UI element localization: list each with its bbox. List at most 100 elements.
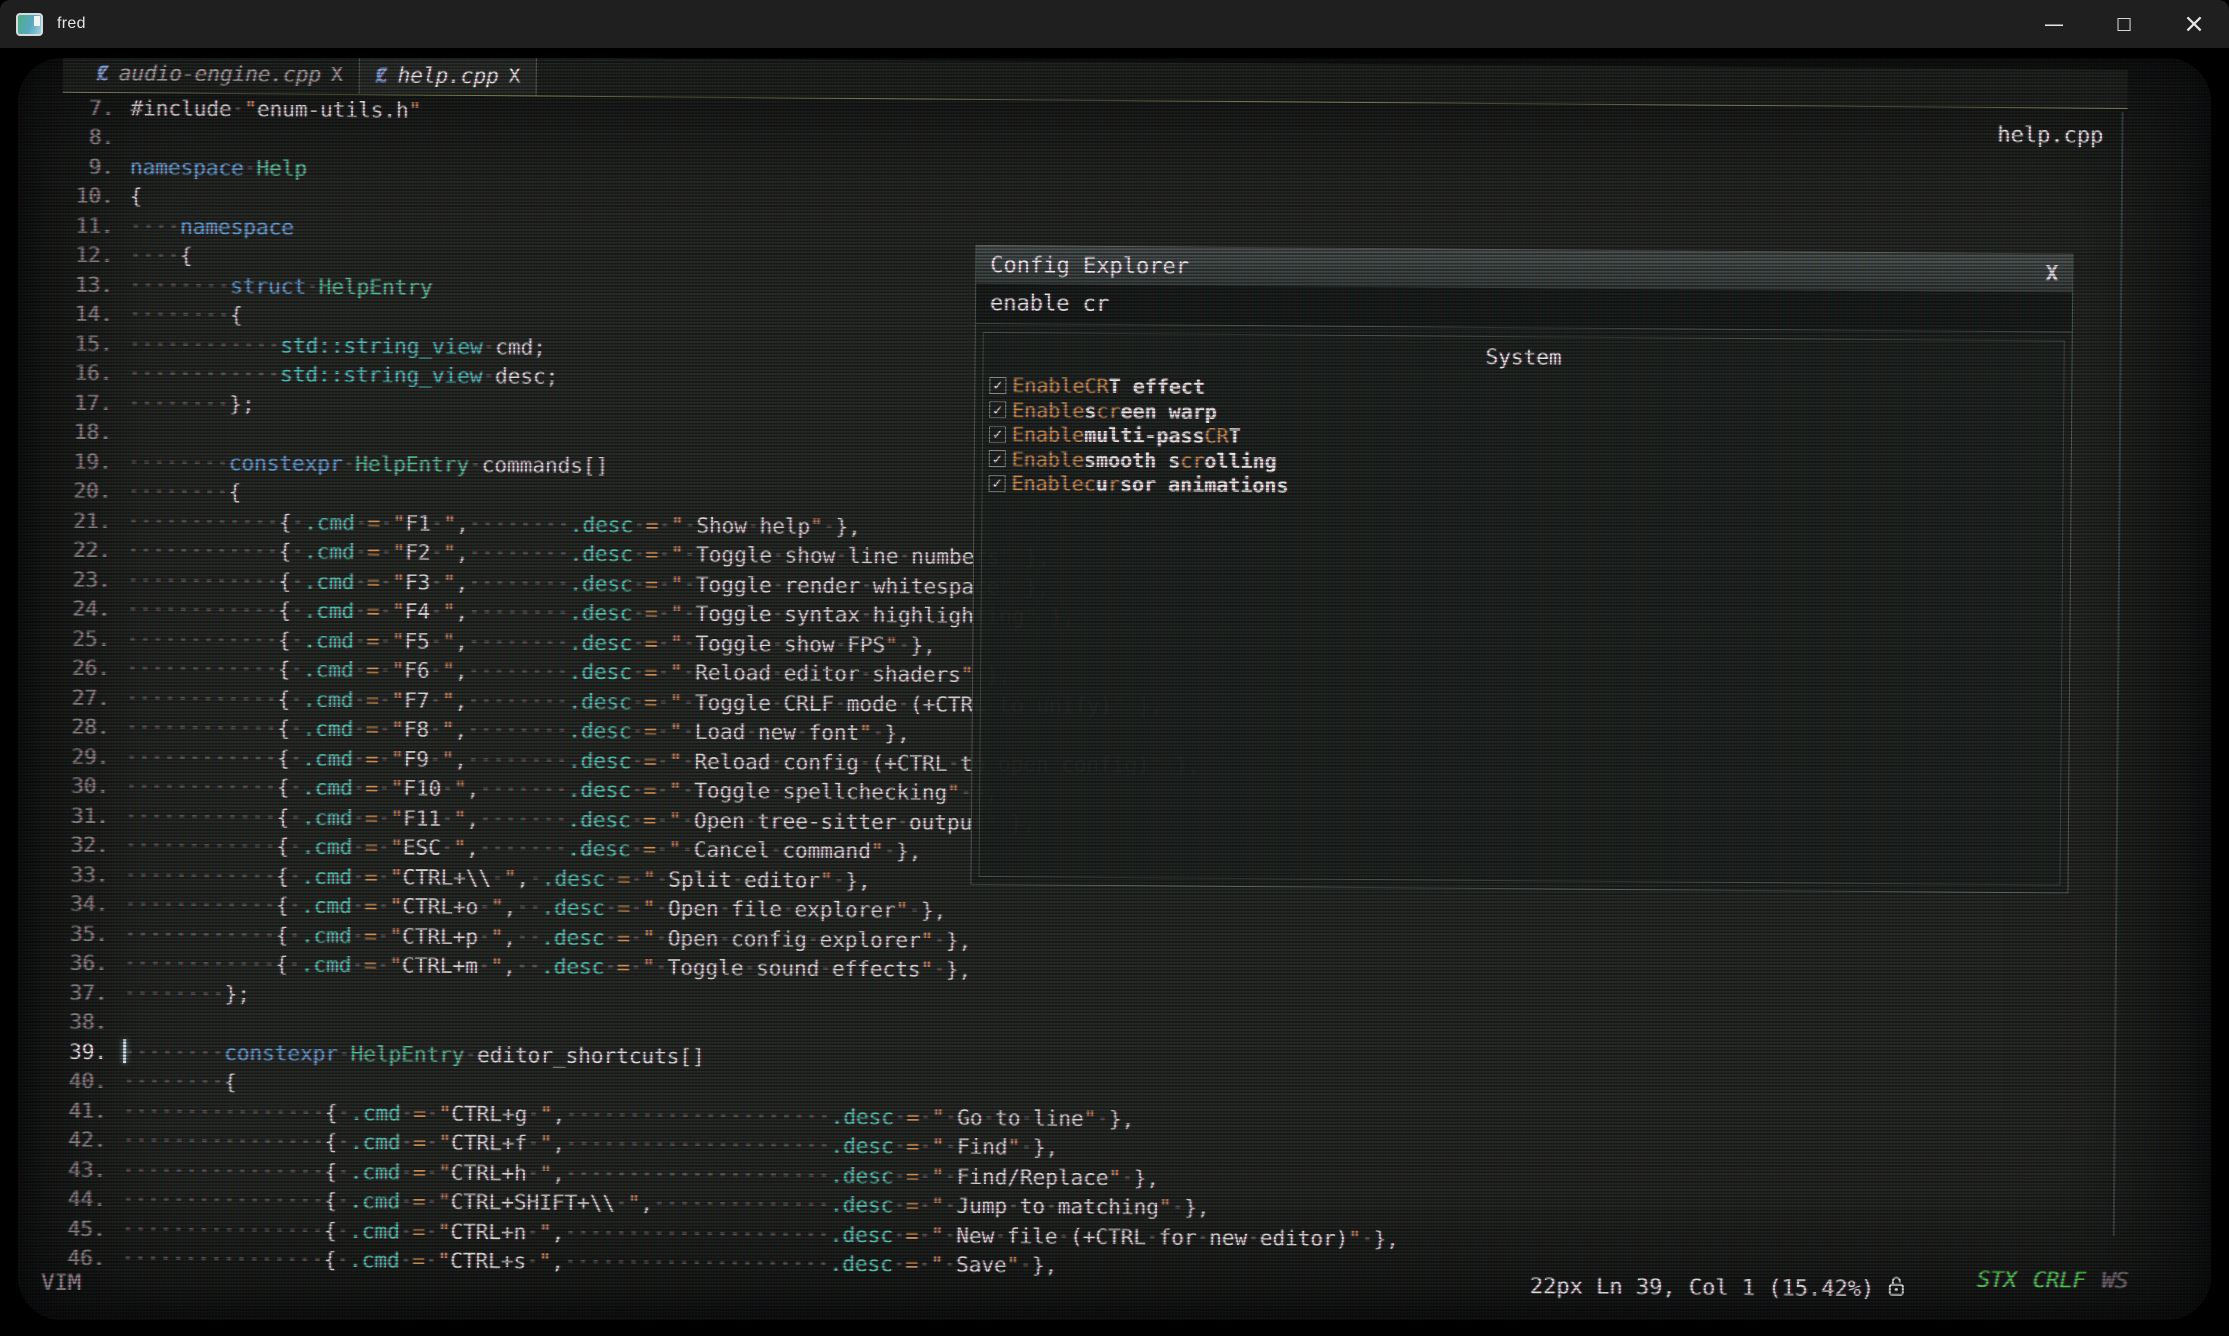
- whitespace-dots: ·: [1197, 1225, 1210, 1249]
- line-number: 29.: [47, 742, 109, 772]
- code-token: ": [539, 1220, 552, 1244]
- code-token: {: [324, 1218, 337, 1242]
- code-token: editor: [744, 868, 820, 893]
- code-token: =: [367, 511, 380, 535]
- code-token: .desc: [541, 955, 604, 979]
- code-token: };: [225, 982, 250, 1006]
- code-token: F7: [404, 688, 429, 712]
- code-token: F4: [405, 599, 430, 623]
- code-token: =: [412, 1249, 425, 1273]
- code-token: },: [884, 721, 909, 745]
- code-token: .cmd: [350, 1101, 401, 1125]
- code-token: ": [438, 1131, 451, 1155]
- whitespace-dots: ·: [944, 1135, 957, 1159]
- whitespace-dots: ·: [291, 569, 304, 593]
- line-number: 27.: [48, 683, 110, 713]
- code-token: CTRL+g: [451, 1101, 527, 1126]
- code-token: spellchecking: [783, 779, 948, 804]
- code-token: {: [229, 480, 242, 504]
- close-button[interactable]: ×: [2159, 0, 2229, 48]
- whitespace-dots: ·: [632, 601, 645, 625]
- whitespace-dots: ·: [291, 628, 304, 652]
- whitespace-dots: ·: [743, 956, 756, 980]
- config-search-input[interactable]: enable cr: [976, 284, 2072, 333]
- code-token: =: [618, 867, 631, 891]
- status-position: 22px Ln 39, Col 1 (15.42%): [1530, 1271, 1907, 1304]
- line-number: 14.: [51, 300, 113, 330]
- checkbox-checked[interactable]: ✓: [989, 377, 1006, 394]
- checkbox-checked[interactable]: ✓: [989, 475, 1006, 492]
- line-number: 9.: [52, 152, 114, 182]
- match-highlight: CR: [1205, 424, 1229, 448]
- whitespace-dots: ·: [430, 600, 443, 624]
- whitespace-dots: ·: [354, 629, 367, 653]
- whitespace-dots: ·: [823, 514, 836, 538]
- whitespace-dots: ············: [125, 774, 277, 799]
- whitespace-dots: ·: [631, 749, 644, 773]
- code-token: ,: [456, 511, 469, 535]
- status-flag-stx: STX: [1977, 1268, 2017, 1293]
- whitespace-dots: ·: [351, 953, 364, 977]
- code-token: ,: [467, 777, 480, 801]
- minimize-button[interactable]: —: [2019, 0, 2089, 48]
- tab-audio-engine-cpp[interactable]: Ȼaudio-engine.cppX: [81, 58, 360, 94]
- config-explorer-title: Config Explorer: [990, 253, 1189, 280]
- whitespace-dots: ·: [378, 806, 391, 830]
- status-flag-crlf: CRLF: [2033, 1268, 2086, 1293]
- whitespace-dots: ········: [128, 391, 229, 416]
- whitespace-dots: ·: [527, 1131, 540, 1155]
- whitespace-dots: ·: [1247, 1226, 1260, 1250]
- code-token: CTRL+s: [450, 1249, 526, 1274]
- code-token: std::string_view: [280, 333, 482, 359]
- code-token: =: [412, 1219, 425, 1243]
- whitespace-dots: ·: [894, 1134, 907, 1158]
- code-token: shaders: [872, 662, 961, 687]
- popup-close-button[interactable]: X: [2046, 261, 2059, 285]
- checkbox-checked[interactable]: ✓: [989, 426, 1006, 443]
- code-token: },: [845, 868, 870, 892]
- whitespace-dots: ·: [337, 1189, 350, 1213]
- line-number: 20.: [49, 477, 111, 507]
- whitespace-dots: ·: [745, 809, 758, 833]
- tab-close-icon[interactable]: X: [331, 64, 343, 86]
- whitespace-dots: ·: [379, 658, 392, 682]
- whitespace-dots: ·: [1096, 1106, 1109, 1130]
- line-number: 41.: [45, 1096, 107, 1126]
- code-token: CTRL+SHIFT+\\: [451, 1190, 616, 1215]
- whitespace-dots: ·: [526, 1249, 539, 1273]
- tab-close-icon[interactable]: X: [509, 65, 521, 87]
- code-token: ": [391, 776, 404, 800]
- code-token: Help: [256, 156, 307, 180]
- code-token: ": [442, 718, 455, 742]
- whitespace-dots: ·: [352, 835, 365, 859]
- code-token: .cmd: [302, 805, 353, 829]
- whitespace-dots: ········: [468, 629, 569, 654]
- match-highlight: c: [1084, 472, 1096, 496]
- whitespace-dots: ·: [288, 923, 301, 947]
- code-token: ,: [456, 570, 469, 594]
- code-token: ,: [456, 541, 469, 565]
- whitespace-dots: ·: [796, 721, 809, 745]
- checkbox-checked[interactable]: ✓: [989, 450, 1006, 467]
- code-token: =: [644, 690, 657, 714]
- code-token: Go: [957, 1105, 982, 1129]
- line-number: 12.: [51, 241, 113, 271]
- code-token: ,: [552, 1161, 565, 1185]
- code-token: =: [617, 926, 630, 950]
- code-token: =: [366, 688, 379, 712]
- whitespace-dots: ············: [125, 804, 277, 829]
- code-token: =: [365, 865, 378, 889]
- code-token: ,: [455, 629, 468, 653]
- option-label-text: multi-pass: [1084, 423, 1205, 448]
- code-token: .desc: [831, 1104, 894, 1128]
- code-token: Open: [694, 808, 745, 832]
- maximize-button[interactable]: □: [2089, 0, 2159, 48]
- whitespace-dots: ·: [1146, 1225, 1159, 1249]
- whitespace-dots: ·: [682, 779, 695, 803]
- os-titlebar[interactable]: fred — □ ×: [0, 0, 2229, 48]
- checkbox-checked[interactable]: ✓: [989, 401, 1006, 418]
- tab-help-cpp[interactable]: Ȼhelp.cppX: [359, 58, 537, 95]
- whitespace-dots: ·: [919, 1193, 932, 1217]
- code-token: ,: [516, 866, 529, 890]
- whitespace-dots: ·: [353, 688, 366, 712]
